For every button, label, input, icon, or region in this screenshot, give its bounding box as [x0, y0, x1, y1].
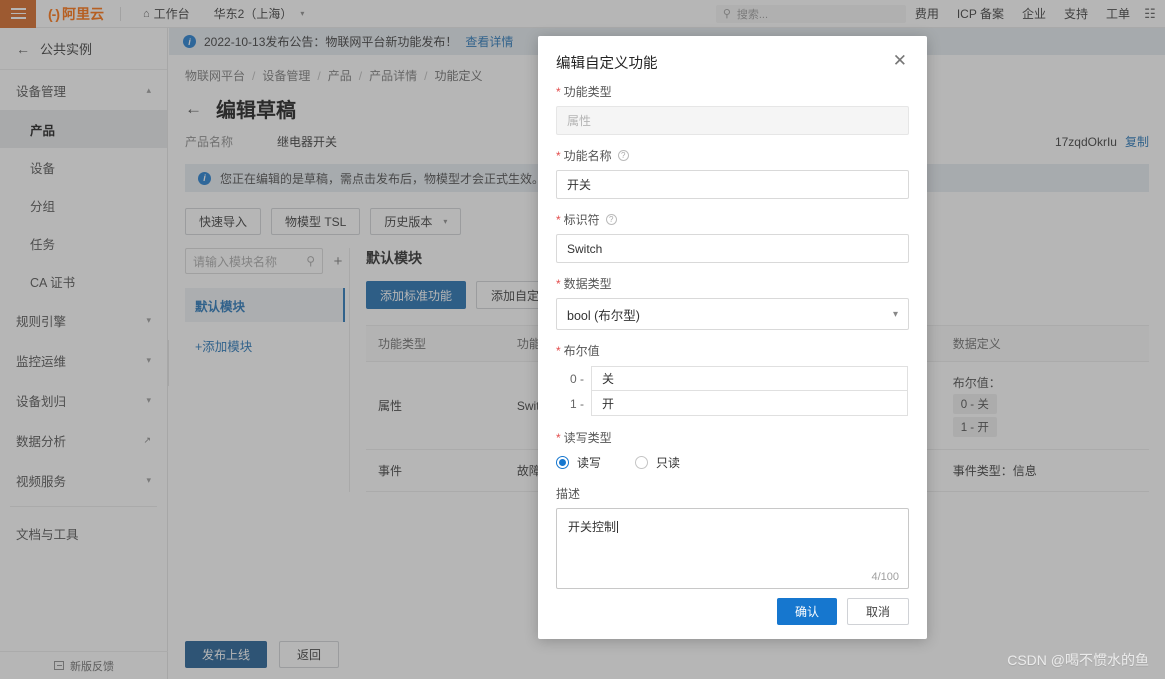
- required-marker: *: [556, 276, 561, 291]
- radio-indicator: [556, 456, 569, 469]
- field-label: * 读写类型: [556, 429, 909, 446]
- confirm-button[interactable]: 确认: [776, 598, 837, 625]
- cancel-button[interactable]: 取消: [846, 598, 909, 625]
- bool-key-0: 0 -: [569, 371, 584, 386]
- required-marker: *: [556, 343, 561, 358]
- description-text-row: 开关控制: [557, 509, 908, 544]
- field-label: * 功能名称 ?: [556, 147, 909, 164]
- cancel-label: 取消: [865, 605, 890, 619]
- identifier-label: 标识符: [563, 213, 600, 227]
- field-label: 描述: [556, 485, 909, 502]
- field-label: * 布尔值: [556, 342, 909, 359]
- data-type-label: 数据类型: [563, 277, 612, 291]
- data-type-select[interactable]: bool (布尔型) ▾: [556, 298, 909, 330]
- field-function-type: * 功能类型 属性: [556, 83, 909, 135]
- radio-read-write-label: 读写: [577, 456, 602, 470]
- description-counter: 4/100: [871, 571, 899, 583]
- field-description: 描述 开关控制 4/100: [556, 485, 909, 589]
- dialog-title: 编辑自定义功能: [556, 56, 658, 72]
- bool-value-text-1: 开: [602, 396, 615, 411]
- bool-value-text-0: 关: [602, 372, 615, 386]
- radio-read-write[interactable]: 读写: [556, 454, 601, 471]
- required-marker: *: [556, 84, 561, 99]
- bool-value-row-1: 1 - 开: [557, 391, 908, 416]
- field-identifier: * 标识符 ? Switch: [556, 211, 909, 263]
- field-label: * 功能类型: [556, 83, 909, 100]
- watermark: CSDN @喝不惯水的鱼: [1007, 652, 1149, 668]
- confirm-label: 确认: [794, 605, 819, 619]
- bool-values-label: 布尔值: [563, 344, 600, 358]
- description-label: 描述: [556, 487, 581, 501]
- data-type-value: bool (布尔型): [567, 308, 640, 323]
- bool-value-input-0[interactable]: 关: [591, 366, 908, 391]
- radio-read-only-label: 只读: [656, 456, 681, 470]
- rw-type-radio-group: 读写 只读: [556, 454, 909, 471]
- function-name-input[interactable]: 开关: [556, 170, 909, 199]
- field-label: * 标识符 ?: [556, 211, 909, 228]
- description-textarea[interactable]: 开关控制 4/100: [556, 508, 909, 589]
- screen: (-) 阿里云 ⌂ 工作台 华东2（上海） ▾ ⚲ 搜索... 费用 ICP 备…: [0, 0, 1165, 679]
- edit-custom-function-dialog: 编辑自定义功能 ✕ * 功能类型 属性 * 功能名称 ? 开关 * 标识符 ? …: [538, 36, 927, 639]
- question-icon[interactable]: ?: [605, 214, 617, 225]
- bool-key-1: 1 -: [569, 396, 584, 411]
- close-icon[interactable]: ✕: [891, 52, 909, 69]
- required-marker: *: [556, 430, 561, 445]
- identifier-input[interactable]: Switch: [556, 234, 909, 263]
- function-name-value: 开关: [567, 178, 592, 192]
- field-rw-type: * 读写类型 读写 只读: [556, 429, 909, 471]
- field-data-type: * 数据类型 bool (布尔型) ▾: [556, 275, 909, 330]
- description-value: 开关控制: [568, 520, 617, 534]
- radio-indicator: [635, 456, 649, 469]
- dialog-body: * 功能类型 属性 * 功能名称 ? 开关 * 标识符 ? Switch * 数…: [538, 73, 927, 589]
- chevron-down-icon: ▾: [892, 308, 898, 320]
- function-name-label: 功能名称: [563, 149, 612, 163]
- function-type-input: 属性: [556, 106, 909, 135]
- dialog-header: 编辑自定义功能 ✕: [538, 36, 927, 73]
- required-marker: *: [556, 212, 561, 227]
- question-icon[interactable]: ?: [617, 150, 629, 161]
- field-label: * 数据类型: [556, 275, 909, 292]
- field-bool-values: * 布尔值 0 - 关 1 - 开: [556, 342, 909, 417]
- bool-value-rows: 0 - 关 1 - 开: [556, 365, 909, 417]
- bool-value-row-0: 0 - 关: [557, 366, 908, 391]
- field-function-name: * 功能名称 ? 开关: [556, 147, 909, 199]
- rw-type-label: 读写类型: [563, 431, 612, 445]
- dialog-footer: 确认 取消: [538, 584, 927, 639]
- radio-read-only[interactable]: 只读: [635, 454, 680, 471]
- bool-value-input-1[interactable]: 开: [591, 391, 908, 416]
- text-caret: [617, 521, 619, 533]
- function-type-label: 功能类型: [563, 85, 612, 99]
- function-type-value: 属性: [567, 114, 592, 128]
- required-marker: *: [556, 148, 561, 163]
- identifier-value: Switch: [567, 241, 603, 256]
